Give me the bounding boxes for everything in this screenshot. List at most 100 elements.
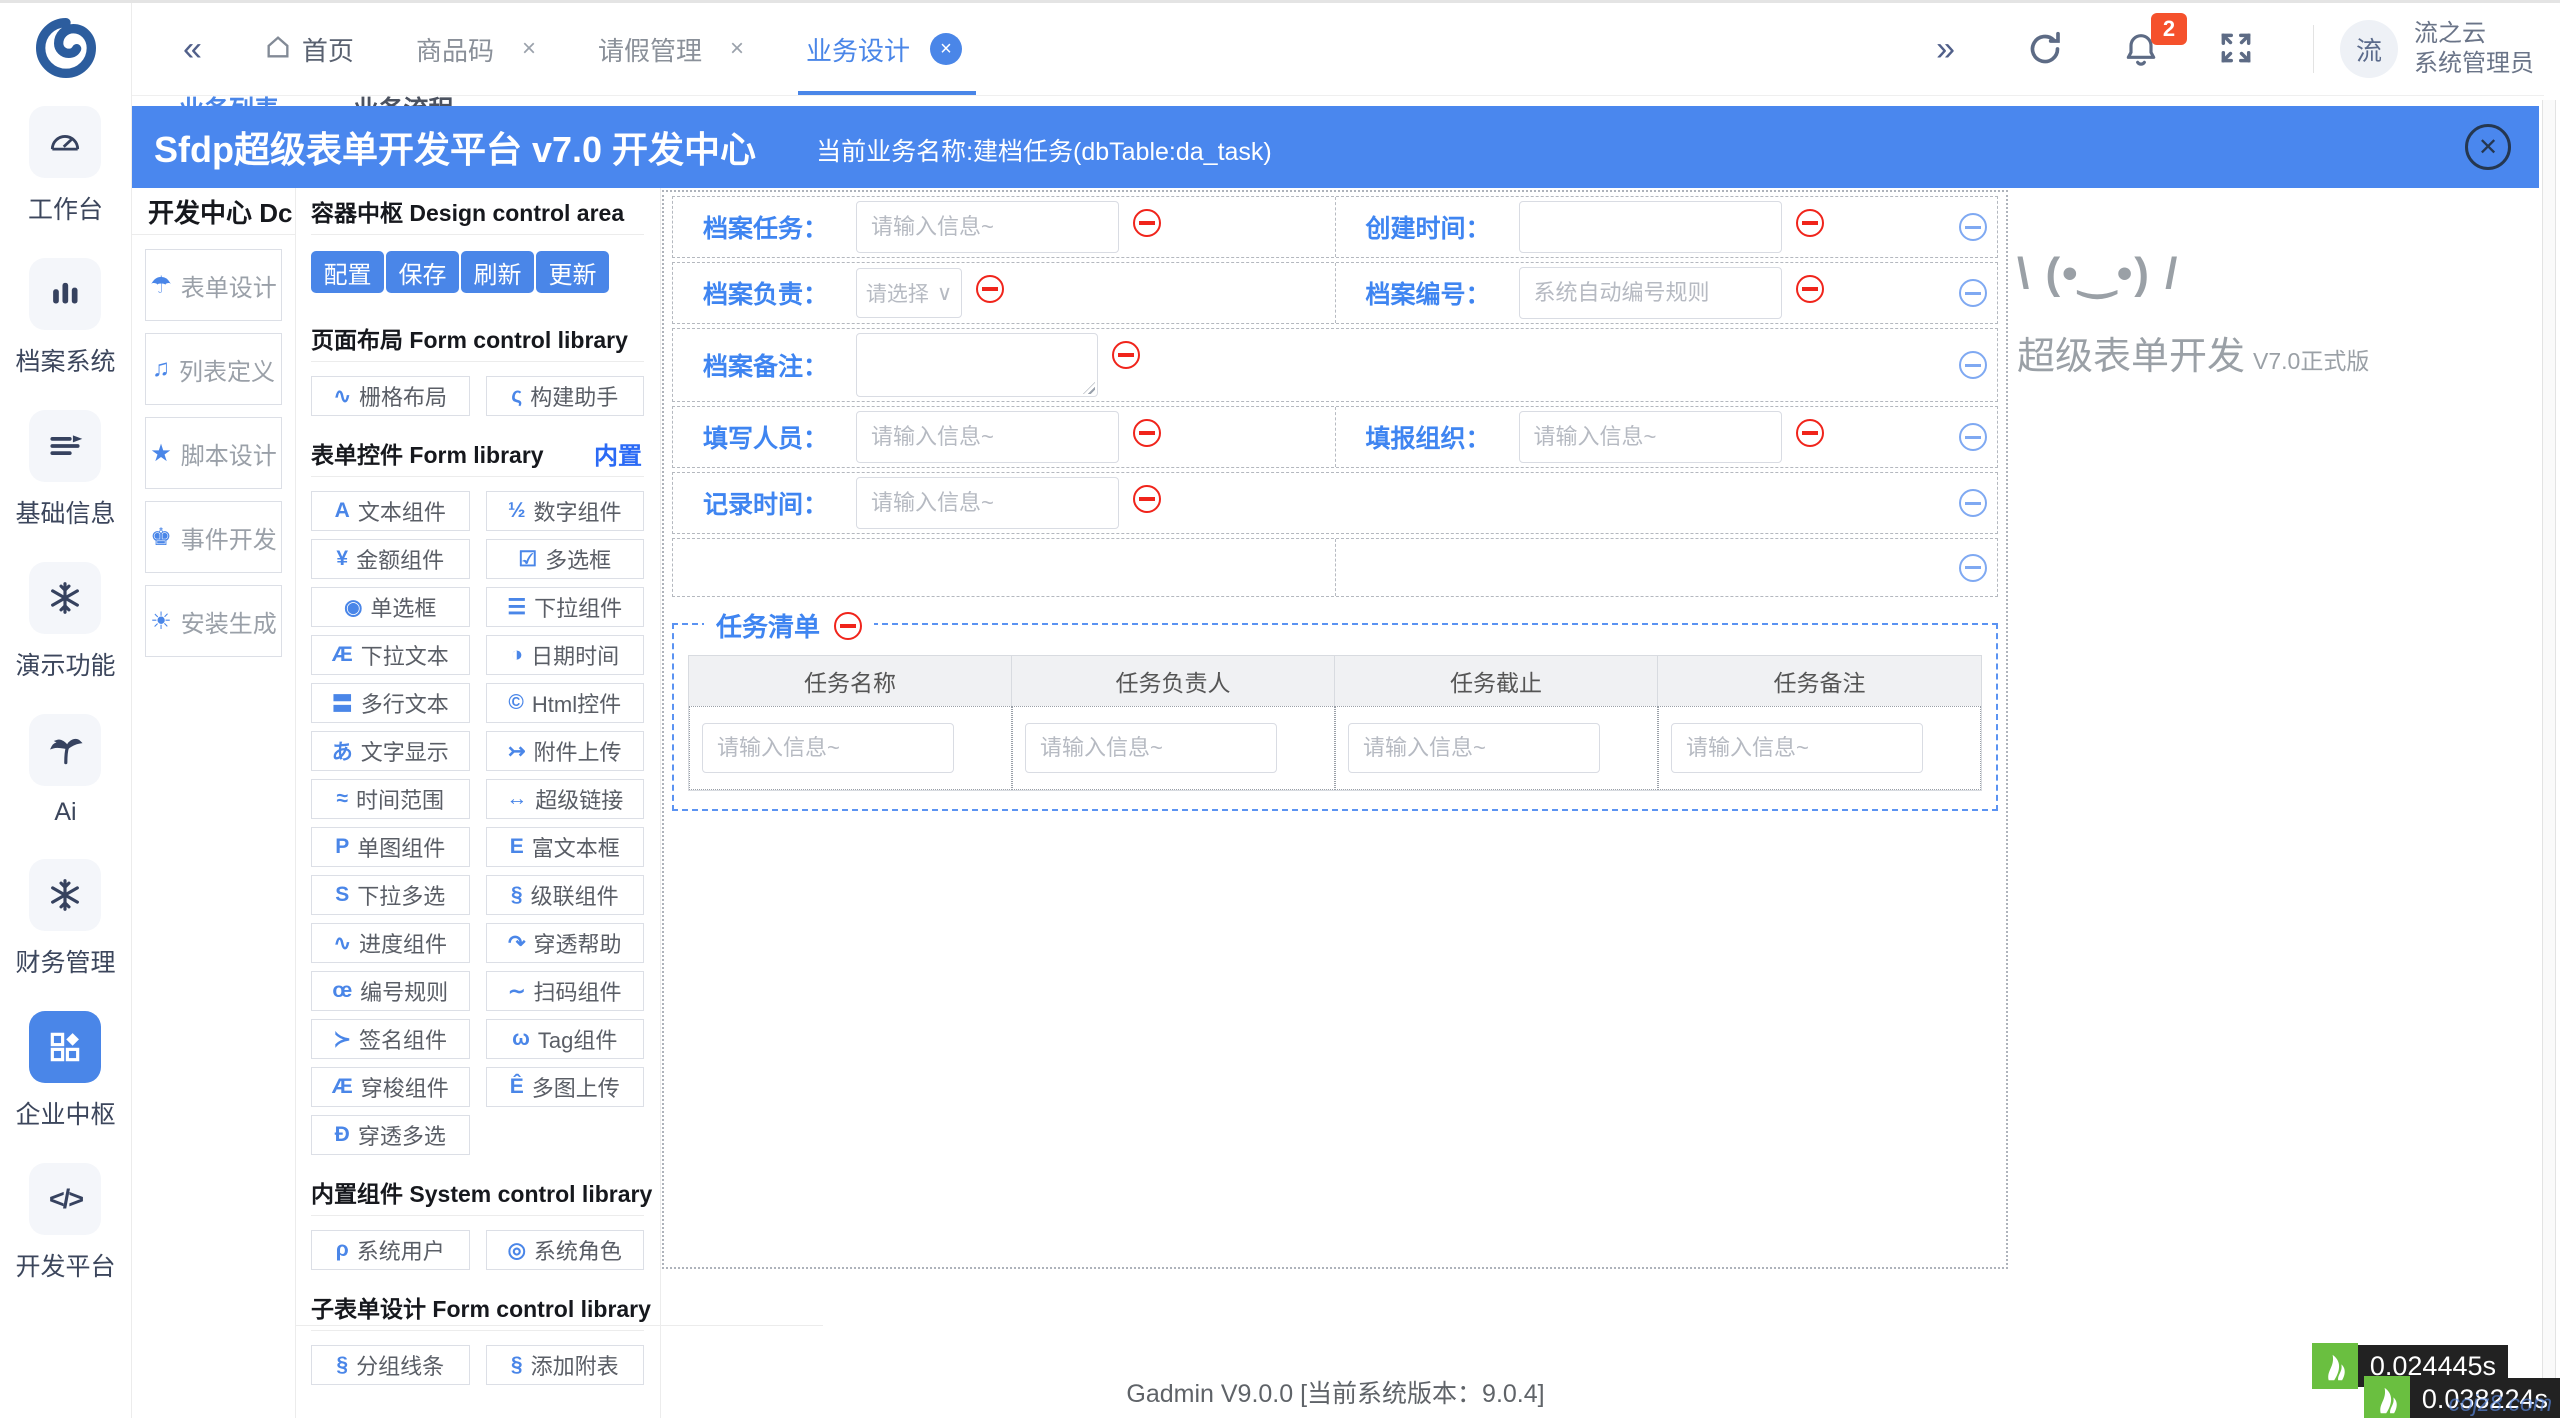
remove-row-icon[interactable] [1959,489,1987,517]
form-component-button[interactable]: ≻ 签名组件 [311,1019,470,1059]
form-row: 填写人员： 填报组织： [672,406,1998,468]
sidebar-item-dev-platform[interactable]: </> 开发平台 [15,1163,116,1283]
task-cell-input[interactable] [1025,723,1277,773]
close-tab-icon[interactable]: × [730,35,744,63]
form-component-button[interactable]: Đ 穿透多选 [311,1115,470,1155]
resize-grip-icon[interactable] [1083,382,1096,394]
form-component-button[interactable]: ☰ 下拉组件 [485,587,644,627]
layout-component-button[interactable]: ∿ 栅格布局 [311,376,470,416]
archive-task-input[interactable] [856,201,1120,253]
notifications-bell-icon[interactable]: 2 [2121,13,2187,69]
archive-owner-select[interactable]: 请选择 ∨ [856,268,963,318]
form-component-button[interactable]: ↔ 超级链接 [485,779,644,819]
dev-center-button[interactable]: ♫ 列表定义 [145,333,282,405]
remove-row-icon[interactable] [1959,423,1987,451]
form-component-button[interactable]: Æ 下拉文本 [311,635,470,675]
dev-center-button[interactable]: ☀ 安装生成 [145,585,282,657]
remove-field-icon[interactable] [1795,275,1824,303]
action-button[interactable]: 配置 [311,251,384,293]
form-component-button[interactable]: あ 文字显示 [311,731,470,771]
sidebar-item-base-info[interactable]: 基础信息 [15,410,116,530]
form-component-button[interactable]: ◑ 日期时间 [485,635,644,675]
builtin-link[interactable]: 内置 [594,436,642,471]
sidebar-item-ai[interactable]: Ai [29,714,102,827]
tab-leave-management[interactable]: 请假管理 × [598,3,744,95]
form-component-button[interactable]: ∼ 扫码组件 [485,971,644,1011]
remove-field-icon[interactable] [1795,419,1824,447]
remove-row-icon[interactable] [1959,213,1987,241]
form-component-button[interactable]: P 单图组件 [311,827,470,867]
task-cell-input[interactable] [702,723,954,773]
tab-business-design[interactable]: 业务设计 × [798,3,977,95]
sidebar-item-archive[interactable]: 档案系统 [15,258,116,378]
create-time-input[interactable] [1518,201,1782,253]
form-component-button[interactable]: ∿ 进度组件 [311,923,470,963]
form-component-button[interactable]: © Html控件 [485,683,644,723]
refresh-icon[interactable] [2025,29,2065,69]
dev-center-button[interactable]: ☂ 表单设计 [145,249,282,321]
layout-component-button[interactable]: ς 构建助手 [485,376,644,416]
tab-product-code[interactable]: 商品码 × [416,3,536,95]
close-tab-icon[interactable]: × [522,35,536,63]
form-component-button[interactable]: ↷ 穿透帮助 [485,923,644,963]
dev-center-button[interactable]: ★ 脚本设计 [145,417,282,489]
remove-field-icon[interactable] [1112,341,1141,369]
action-button[interactable]: 保存 [386,251,459,293]
tab-home[interactable]: 首页 [264,3,354,95]
writer-input[interactable] [856,411,1120,463]
dev-center-button[interactable]: ♚ 事件开发 [145,501,282,573]
form-component-button[interactable]: ☑ 多选框 [485,539,644,579]
expand-tabs-icon[interactable]: » [1936,30,1955,69]
sidebar-item-enterprise-hub[interactable]: 企业中枢 [15,1011,116,1131]
form-component-button[interactable]: ½ 数字组件 [485,491,644,531]
user-info[interactable]: 流之云 系统管理员 [2414,19,2534,79]
form-component-button[interactable]: ω Tag组件 [485,1019,644,1059]
app-logo[interactable] [34,16,98,80]
form-component-button[interactable]: § 级联组件 [485,875,644,915]
remove-field-icon[interactable] [1133,419,1162,447]
archive-remark-textarea[interactable] [856,333,1099,397]
task-cell-input[interactable] [1671,723,1923,773]
component-label: 构建助手 [530,385,619,410]
form-component-button[interactable]: œ 编号规则 [311,971,470,1011]
form-component-button[interactable]: S 下拉多选 [311,875,470,915]
form-component-button[interactable]: E 富文本框 [485,827,644,867]
task-cell-input[interactable] [1348,723,1600,773]
form-component-button[interactable]: ≈ 时间范围 [311,779,470,819]
home-icon [264,33,292,66]
form-component-button[interactable]: ↣ 附件上传 [485,731,644,771]
org-input[interactable] [1518,411,1782,463]
avatar[interactable]: 流 [2340,20,2398,78]
record-time-input[interactable] [856,477,1120,529]
action-button[interactable]: 更新 [536,251,609,293]
form-component-button[interactable]: ¥ 金额组件 [311,539,470,579]
action-button[interactable]: 刷新 [461,251,534,293]
form-component-button[interactable]: Ê 多图上传 [485,1067,644,1107]
page-scrollbar[interactable] [2542,100,2556,1418]
remove-row-icon[interactable] [1959,351,1987,379]
topbar-divider [2313,25,2314,73]
form-component-button[interactable]: ◉ 单选框 [311,587,470,627]
remove-row-icon[interactable] [1959,553,1987,582]
close-tab-icon[interactable]: × [930,33,963,65]
remove-field-icon[interactable] [1133,209,1162,237]
remove-field-icon[interactable] [1795,209,1824,237]
archive-number-input[interactable] [1518,267,1782,319]
subtab-business-list[interactable]: 业务列表 [179,95,279,106]
collapse-tabs-icon[interactable]: « [183,30,202,69]
sidebar-item-finance[interactable]: 财务管理 [15,859,116,979]
form-component-button[interactable]: 〓 多行文本 [311,683,470,723]
fullscreen-icon[interactable] [2217,29,2257,69]
form-component-button[interactable]: Æ 穿梭组件 [311,1067,470,1107]
system-component-button[interactable]: ρ 系统用户 [311,1230,470,1270]
remove-row-icon[interactable] [1959,279,1987,307]
sidebar-item-demo[interactable]: 演示功能 [15,562,116,682]
form-component-button[interactable]: A 文本组件 [311,491,470,531]
sidebar-item-workbench[interactable]: 工作台 [28,106,103,226]
remove-field-icon[interactable] [1133,485,1162,513]
close-modal-icon[interactable]: ✕ [2465,124,2511,170]
subtab-business-flow[interactable]: 业务流程 [353,95,453,106]
remove-field-icon[interactable] [976,275,1005,303]
system-component-button[interactable]: ◎ 系统角色 [485,1230,644,1270]
remove-subtable-icon[interactable] [834,611,863,640]
